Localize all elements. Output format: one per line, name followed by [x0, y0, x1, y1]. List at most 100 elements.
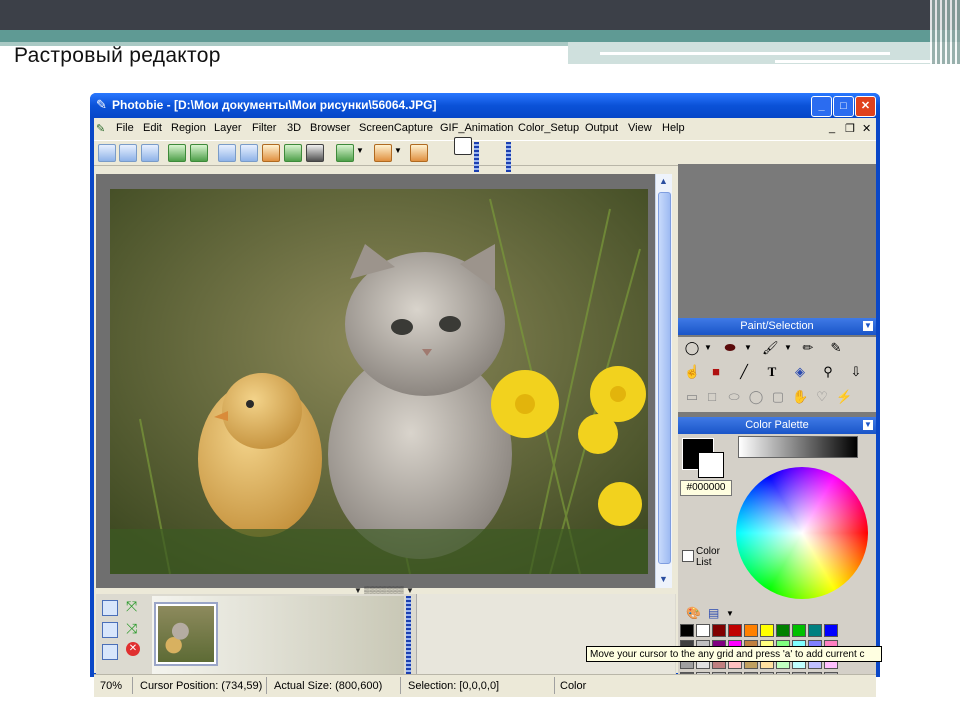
image-canvas[interactable]: [110, 189, 648, 574]
lasso-icon[interactable]: ✋: [792, 389, 808, 405]
palette-icon[interactable]: 🎨: [686, 606, 701, 620]
palette-menu-icon[interactable]: ▤: [708, 606, 719, 620]
maximize-button[interactable]: □: [833, 96, 854, 117]
view-window-icon[interactable]: [102, 644, 118, 660]
vertical-scrollbar[interactable]: ▲ ▼: [655, 174, 672, 588]
view-stack-icon[interactable]: [102, 622, 118, 638]
thumbnail-grip[interactable]: [406, 596, 411, 676]
bucket-icon[interactable]: ◈: [792, 364, 808, 380]
collapse-icon[interactable]: ▼: [863, 420, 873, 430]
paste-icon[interactable]: [284, 144, 302, 162]
menu-browser[interactable]: Browser: [310, 122, 350, 134]
dropdown-arrow-icon[interactable]: ▼: [740, 340, 756, 356]
color-swatch[interactable]: [824, 624, 838, 637]
menu-edit[interactable]: Edit: [143, 122, 162, 134]
menu-screencapture[interactable]: ScreenCapture: [359, 122, 433, 134]
image-canvas-area[interactable]: [96, 174, 671, 588]
mdi-close-icon[interactable]: ✕: [862, 122, 871, 135]
circle-select-icon[interactable]: ◯: [748, 389, 764, 405]
color-swatch[interactable]: [776, 624, 790, 637]
color-swatch[interactable]: [680, 624, 694, 637]
menu-file[interactable]: File: [116, 122, 134, 134]
brightness-gradient[interactable]: [738, 436, 858, 458]
expand-icon[interactable]: ⇩: [848, 364, 864, 380]
background-color-swatch[interactable]: [698, 452, 724, 478]
dropdown-arrow-icon[interactable]: ▼: [356, 146, 364, 155]
paint-panel-header[interactable]: Paint/Selection ▼: [678, 318, 876, 335]
close-button[interactable]: ✕: [855, 96, 876, 117]
square-select-icon[interactable]: □: [704, 389, 720, 405]
fit-icon[interactable]: ⤧: [126, 598, 137, 615]
finger-icon[interactable]: ☝: [684, 364, 700, 380]
fill-ellipse-icon[interactable]: ⬬: [722, 340, 738, 356]
dropdown-arrow-icon[interactable]: ▼: [700, 340, 716, 356]
eyedropper-icon[interactable]: ⚲: [820, 364, 836, 380]
actual-size: Actual Size: (800,600): [274, 680, 383, 692]
window-titlebar[interactable]: ✎ Photobie - [D:\Мои документы\Мои рисун…: [90, 93, 880, 118]
round-rect-select-icon[interactable]: ▢: [770, 389, 786, 405]
menu-color-setup[interactable]: Color_Setup: [518, 122, 579, 134]
color-wheel-center: [736, 467, 868, 599]
print-icon[interactable]: [306, 144, 324, 162]
collapse-icon[interactable]: ▼: [863, 321, 873, 331]
shrink-icon[interactable]: ⤨: [126, 620, 137, 637]
dropdown-arrow-icon[interactable]: ▼: [394, 146, 402, 155]
oval-select-icon[interactable]: ⬭: [726, 389, 742, 405]
toolbar-grip[interactable]: [506, 142, 511, 172]
crop-icon[interactable]: [218, 144, 236, 162]
scroll-thumb[interactable]: [658, 192, 671, 564]
dropdown-arrow-icon[interactable]: ▼: [726, 609, 734, 618]
brush-icon[interactable]: 🖌: [762, 340, 779, 356]
menu-3d[interactable]: 3D: [287, 122, 301, 134]
save-icon[interactable]: [141, 144, 159, 162]
layer-icon[interactable]: [336, 144, 354, 162]
color-swatch[interactable]: [696, 624, 710, 637]
color-swatch[interactable]: [712, 624, 726, 637]
rect-select-icon[interactable]: ▭: [684, 389, 700, 405]
line-icon[interactable]: ╱: [736, 364, 752, 380]
document-icon[interactable]: [454, 137, 472, 155]
text-tool-icon[interactable]: T: [764, 364, 780, 380]
magic-wand-icon[interactable]: ⚡: [836, 389, 852, 405]
pencil-icon[interactable]: ✏: [800, 340, 816, 356]
mdi-minimize-icon[interactable]: _: [829, 122, 835, 134]
dropdown-arrow-icon[interactable]: ▼: [780, 340, 796, 356]
menu-help[interactable]: Help: [662, 122, 685, 134]
view-split-icon[interactable]: [102, 600, 118, 616]
color-list-checkbox[interactable]: [682, 550, 694, 562]
menu-layer[interactable]: Layer: [214, 122, 242, 134]
color-swatch[interactable]: [728, 624, 742, 637]
menu-view[interactable]: View: [628, 122, 652, 134]
polygon-select-icon[interactable]: ♡: [814, 389, 830, 405]
undo-icon[interactable]: [168, 144, 186, 162]
color-swatch[interactable]: [808, 624, 822, 637]
menu-region[interactable]: Region: [171, 122, 206, 134]
toolbar-grip[interactable]: [474, 142, 479, 172]
ellipse-select-icon[interactable]: ◯: [684, 340, 700, 356]
color-wheel[interactable]: [736, 467, 868, 599]
eraser-icon[interactable]: ■: [708, 364, 724, 380]
menu-output[interactable]: Output: [585, 122, 618, 134]
effects-icon[interactable]: [374, 144, 392, 162]
cut-icon[interactable]: [262, 144, 280, 162]
minimize-button[interactable]: _: [811, 96, 832, 117]
palette-panel-header[interactable]: Color Palette ▼: [678, 417, 876, 434]
menu-filter[interactable]: Filter: [252, 122, 276, 134]
marker-icon[interactable]: ✎: [828, 340, 844, 356]
screen-capture-icon[interactable]: [410, 144, 428, 162]
remove-icon[interactable]: ✕: [126, 642, 140, 656]
image-thumbnail[interactable]: [154, 602, 218, 666]
slide-accent-bar: [0, 30, 960, 42]
menu-gif-animation[interactable]: GIF_Animation: [440, 122, 513, 134]
mdi-restore-icon[interactable]: ❐: [845, 122, 855, 135]
redo-icon[interactable]: [190, 144, 208, 162]
scroll-up-icon[interactable]: ▲: [659, 176, 668, 186]
color-swatch[interactable]: [760, 624, 774, 637]
scroll-down-icon[interactable]: ▼: [659, 574, 668, 584]
open-file-icon[interactable]: [119, 144, 137, 162]
color-swatch[interactable]: [792, 624, 806, 637]
copy-icon[interactable]: [240, 144, 258, 162]
color-swatch[interactable]: [744, 624, 758, 637]
slide-title: Растровый редактор: [14, 44, 221, 67]
new-file-icon[interactable]: [98, 144, 116, 162]
